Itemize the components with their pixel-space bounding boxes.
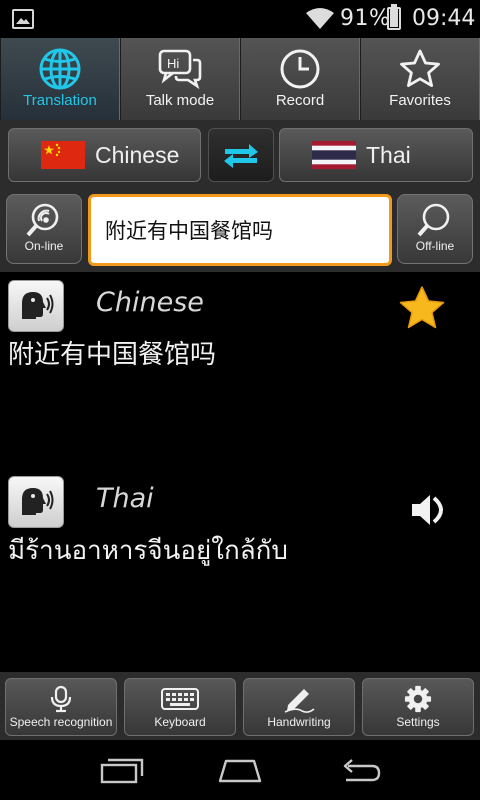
swap-languages-button[interactable] bbox=[208, 128, 274, 182]
svg-text:Hi: Hi bbox=[167, 56, 179, 71]
pen-icon bbox=[284, 689, 315, 713]
search-row: On-line Off-line bbox=[0, 188, 480, 272]
thailand-flag-icon bbox=[312, 141, 356, 169]
tab-record[interactable]: Record bbox=[240, 38, 360, 120]
status-bar: 91% 09:44 bbox=[0, 0, 480, 38]
tool-label: Speech recognition bbox=[9, 715, 113, 729]
online-label: On-line bbox=[24, 239, 64, 253]
target-language-button[interactable]: Thai bbox=[279, 128, 473, 182]
tool-label: Handwriting bbox=[267, 715, 331, 729]
swap-arrows-icon bbox=[224, 144, 258, 168]
speech-recognition-button[interactable]: Speech recognition bbox=[5, 678, 117, 736]
target-text: มีร้านอาหารจีนอยู่ใกล้กับ bbox=[8, 536, 288, 566]
tab-talk-mode[interactable]: Hi Talk mode bbox=[120, 38, 240, 120]
speaker-icon[interactable] bbox=[408, 490, 454, 530]
source-language-button[interactable]: Chinese bbox=[8, 128, 201, 182]
tab-bar: Translation Hi Talk mode Record Favorite… bbox=[0, 38, 480, 120]
tab-label: Talk mode bbox=[145, 92, 215, 109]
tab-label: Record bbox=[275, 92, 325, 109]
globe-icon bbox=[37, 48, 83, 90]
battery-icon bbox=[387, 4, 401, 30]
tool-label: Settings bbox=[396, 715, 440, 729]
tab-translation[interactable]: Translation bbox=[0, 38, 120, 120]
online-search-button[interactable]: On-line bbox=[6, 194, 82, 264]
results-panel: Chinese 附近有中国餐馆吗 Thai มีร้านอาหารจีนอยู่… bbox=[0, 272, 480, 672]
screen: 91% 09:44 Translation Hi Talk mode Recor… bbox=[0, 0, 480, 800]
handwriting-button[interactable]: Handwriting bbox=[243, 678, 355, 736]
favorite-star-icon[interactable] bbox=[396, 284, 448, 332]
search-input[interactable] bbox=[88, 194, 392, 266]
back-icon[interactable] bbox=[338, 756, 382, 784]
chat-bubbles-icon: Hi bbox=[157, 48, 203, 90]
speak-source-button[interactable] bbox=[8, 280, 64, 332]
tab-favorites[interactable]: Favorites bbox=[360, 38, 480, 120]
online-search-icon bbox=[26, 203, 59, 237]
tab-label: Favorites bbox=[389, 92, 451, 109]
microphone-icon bbox=[50, 685, 72, 713]
settings-button[interactable]: Settings bbox=[362, 678, 474, 736]
offline-search-icon bbox=[417, 203, 450, 237]
source-language-name: Chinese bbox=[96, 287, 204, 318]
speaking-head-icon bbox=[22, 292, 54, 319]
offline-label: Off-line bbox=[415, 239, 455, 253]
speak-target-button[interactable] bbox=[8, 476, 64, 528]
star-outline-icon bbox=[397, 48, 443, 90]
gallery-icon bbox=[12, 9, 34, 29]
input-toolbar: Speech recognition Keyboard Handwriting bbox=[0, 672, 480, 740]
source-language-label: Chinese bbox=[95, 141, 180, 168]
keyboard-button[interactable]: Keyboard bbox=[124, 678, 236, 736]
clock: 09:44 bbox=[412, 6, 476, 31]
target-language-label: Thai bbox=[366, 141, 411, 168]
keyboard-icon bbox=[161, 688, 199, 710]
recent-apps-icon[interactable] bbox=[100, 756, 144, 784]
home-icon[interactable] bbox=[216, 756, 264, 784]
source-text: 附近有中国餐馆吗 bbox=[8, 340, 217, 370]
tab-label: Translation bbox=[23, 92, 97, 109]
gear-icon bbox=[404, 685, 432, 713]
tool-label: Keyboard bbox=[154, 715, 206, 729]
language-selector: Chinese Thai bbox=[0, 120, 480, 188]
china-flag-icon bbox=[41, 141, 85, 169]
clock-icon bbox=[277, 48, 323, 90]
system-nav-bar bbox=[0, 740, 480, 800]
offline-search-button[interactable]: Off-line bbox=[397, 194, 473, 264]
battery-percent: 91% bbox=[340, 6, 391, 31]
target-language-name: Thai bbox=[96, 483, 154, 514]
wifi-icon bbox=[306, 8, 334, 29]
speaking-head-icon bbox=[22, 488, 54, 515]
